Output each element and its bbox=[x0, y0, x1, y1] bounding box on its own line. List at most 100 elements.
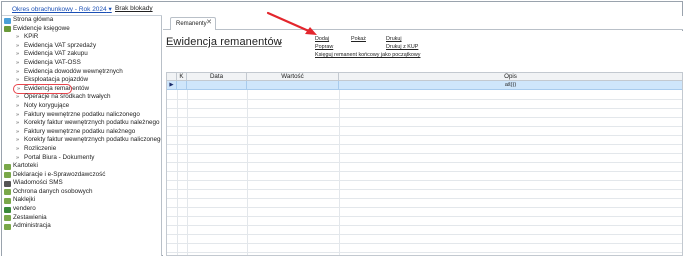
row-divider bbox=[167, 162, 682, 163]
sidebar-item-label: Ewidencje księgowe bbox=[13, 24, 70, 32]
close-icon[interactable]: ✕ bbox=[206, 18, 212, 26]
sidebar-item-deklaracje-i-e-sprawozdawczosc[interactable]: Deklaracje i e-Sprawozdawczość bbox=[2, 171, 161, 180]
folder-icon bbox=[4, 189, 11, 196]
tab-remanenty[interactable]: Remanenty ✕ bbox=[170, 17, 216, 30]
sidebar-item-label: Wiadomości SMS bbox=[13, 179, 63, 187]
row-divider bbox=[167, 153, 682, 154]
folder-icon bbox=[4, 172, 11, 179]
sidebar-item-korekty-faktur-wewnetrznych-podatku-naliczonego[interactable]: Korekty faktur wewnętrznych podatku nali… bbox=[2, 136, 161, 145]
row-divider bbox=[167, 117, 682, 118]
row-divider bbox=[167, 234, 682, 235]
column-header-wartosc[interactable]: Wartość bbox=[247, 73, 339, 81]
books-icon bbox=[4, 26, 11, 33]
sidebar-item-operacje-na-srodkach-trwalych[interactable]: Operacje na środkach trwałych bbox=[2, 93, 161, 102]
sidebar-item-noty-korygujace[interactable]: Noty korygujące bbox=[2, 102, 161, 111]
sidebar-item-label: Ewidencja VAT zakupu bbox=[24, 50, 88, 58]
sidebar-item-strona-glowna[interactable]: Strona główna bbox=[2, 16, 161, 25]
sidebar-item-label: Ewidencja remanentów bbox=[24, 84, 90, 92]
gear-icon bbox=[4, 223, 11, 230]
sidebar-item-rozliczenie[interactable]: Rozliczenie bbox=[2, 145, 161, 154]
sidebar-item-label: Faktury wewnętrzne podatku należnego bbox=[24, 127, 136, 135]
sidebar-item-faktury-wewnetrzne-podatku-naliczonego[interactable]: Faktury wewnętrzne podatku naliczonego bbox=[2, 111, 161, 120]
row-divider bbox=[167, 135, 682, 136]
column-header-marker bbox=[167, 73, 177, 81]
row-divider bbox=[167, 243, 682, 244]
sidebar-item-label: Deklaracje i e-Sprawozdawczość bbox=[13, 170, 106, 178]
sidebar-item-label: Eksploatacja pojazdów bbox=[24, 76, 89, 84]
column-divider bbox=[177, 90, 178, 255]
sidebar-item-korekty-faktur-wewnetrznych-podatku-naleznego[interactable]: Korekty faktur wewnętrznych podatku nale… bbox=[2, 119, 161, 128]
sidebar-item-label: Administracja bbox=[13, 222, 51, 230]
table-row[interactable]: ▶ aš))) bbox=[167, 81, 682, 90]
sidebar-item-eksploatacja-pojazdow[interactable]: Eksploatacja pojazdów bbox=[2, 76, 161, 85]
vendero-icon bbox=[4, 206, 11, 213]
phone-icon bbox=[4, 180, 11, 187]
print-kup-button[interactable]: Drukuj z KUP bbox=[386, 44, 418, 50]
sidebar-item-faktury-wewnetrzne-podatku-naleznego[interactable]: Faktury wewnętrzne podatku należnego bbox=[2, 128, 161, 137]
sidebar-item-label: Ochrona danych osobowych bbox=[13, 187, 93, 195]
row-marker-icon: ▶ bbox=[167, 81, 177, 89]
lock-status-link[interactable]: Brak blokady bbox=[115, 5, 153, 12]
sidebar-item-label: vendero bbox=[13, 205, 36, 213]
sidebar-item-kartoteki[interactable]: Kartoteki bbox=[2, 162, 161, 171]
sidebar-item-ochrona-danych-osobowych[interactable]: Ochrona danych osobowych bbox=[2, 188, 161, 197]
period-bar: Okres obrachunkowy - Rok 2024 ▾ Brak blo… bbox=[2, 2, 162, 16]
sidebar-item-label: Rozliczenie bbox=[24, 144, 57, 152]
row-divider bbox=[167, 144, 682, 145]
sidebar-item-label: Ewidencja dowodów wewnętrznych bbox=[24, 67, 123, 75]
row-divider bbox=[167, 180, 682, 181]
column-header-opis[interactable]: Opis bbox=[339, 73, 682, 81]
column-divider bbox=[187, 90, 188, 255]
row-divider bbox=[167, 126, 682, 127]
row-divider bbox=[167, 252, 682, 253]
cell-wartosc bbox=[247, 81, 339, 89]
tab-bar: Remanenty ✕ bbox=[163, 16, 683, 30]
edit-button[interactable]: Popraw bbox=[315, 44, 333, 50]
sidebar-item-label: Ewidencja VAT-OSS bbox=[24, 58, 81, 66]
cell-k bbox=[177, 81, 187, 89]
add-button[interactable]: Dodaj bbox=[315, 36, 329, 42]
sidebar-item-label: Kartoteki bbox=[13, 162, 38, 170]
folder-icon bbox=[4, 163, 11, 170]
row-divider bbox=[167, 225, 682, 226]
show-button[interactable]: Pokaż bbox=[351, 36, 366, 42]
column-header-k[interactable]: K bbox=[177, 73, 187, 81]
sidebar-item-label: Operacje na środkach trwałych bbox=[24, 93, 111, 101]
column-header-data[interactable]: Data bbox=[187, 73, 247, 81]
sidebar-item-label: Faktury wewnętrzne podatku naliczonego bbox=[24, 110, 140, 118]
folder-icon bbox=[4, 215, 11, 222]
cell-opis: aš))) bbox=[504, 82, 517, 88]
sidebar-item-vendero[interactable]: vendero bbox=[2, 205, 161, 214]
sidebar-item-zestawienia[interactable]: Zestawienia bbox=[2, 214, 161, 223]
cell-data bbox=[187, 81, 247, 89]
sidebar-item-ewidencja-vat-sprzedazy[interactable]: Ewidencja VAT sprzedaży bbox=[2, 42, 161, 51]
tab-label: Remanenty bbox=[176, 21, 207, 27]
period-selector[interactable]: Okres obrachunkowy - Rok 2024 ▾ bbox=[12, 5, 112, 13]
book-closing-remanent-button[interactable]: Księguj remanent końcowy jako początkowy bbox=[315, 52, 420, 58]
sidebar-item-ewidencje-ksiegowe[interactable]: Ewidencje księgowe bbox=[2, 25, 161, 34]
folder-icon bbox=[4, 197, 11, 204]
chevron-down-icon[interactable]: ▾ bbox=[279, 40, 282, 47]
column-divider bbox=[339, 90, 340, 255]
sidebar-item-kpir[interactable]: KPiR bbox=[2, 33, 161, 42]
app-window: Okres obrachunkowy - Rok 2024 ▾ Brak blo… bbox=[1, 1, 683, 256]
sidebar-item-label: Korekty faktur wewnętrznych podatku nali… bbox=[24, 136, 162, 144]
page-title[interactable]: Ewidencja remanentów bbox=[166, 36, 282, 48]
sidebar-item-label: Strona główna bbox=[13, 16, 54, 23]
row-divider bbox=[167, 216, 682, 217]
sidebar-item-label: KPiR bbox=[24, 33, 39, 41]
sidebar-item-administracja[interactable]: Administracja bbox=[2, 222, 161, 231]
sidebar-item-ewidencja-dowodow-wewnetrznych[interactable]: Ewidencja dowodów wewnętrznych bbox=[2, 68, 161, 77]
sidebar-item-ewidencja-remanentow[interactable]: Ewidencja remanentów bbox=[13, 83, 89, 95]
sidebar-item-ewidencja-vat-zakupu[interactable]: Ewidencja VAT zakupu bbox=[2, 50, 161, 59]
row-divider bbox=[167, 99, 682, 100]
sidebar-item-portal-biura-dokumenty[interactable]: Portal Biura - Dokumenty bbox=[2, 154, 161, 163]
row-divider bbox=[167, 171, 682, 172]
sidebar-item-naklejki[interactable]: Naklejki bbox=[2, 196, 161, 205]
sidebar-item-ewidencja-vat-oss[interactable]: Ewidencja VAT-OSS bbox=[2, 59, 161, 68]
print-button[interactable]: Drukuj bbox=[386, 36, 402, 42]
sidebar-item-wiadomosci-sms[interactable]: Wiadomości SMS bbox=[2, 179, 161, 188]
main-content: Ewidencja remanentów ▾ Dodaj Pokaż Druku… bbox=[163, 31, 683, 256]
sidebar-nav: Strona głównaEwidencje księgoweKPiREwide… bbox=[2, 16, 161, 231]
sidebar-item-label: Naklejki bbox=[13, 196, 36, 204]
